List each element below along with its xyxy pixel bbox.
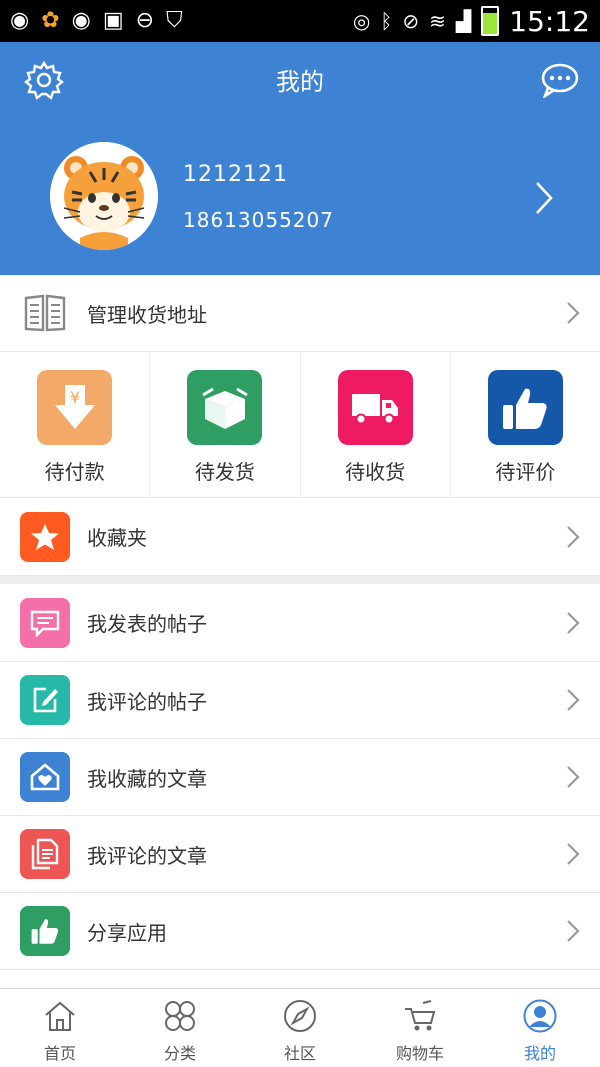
box-icon [187,370,263,445]
signal-icon: ▟ [455,9,472,33]
manage-address-label: 管理收货地址 [87,302,207,327]
pending-review-label: 待评价 [495,460,556,484]
my-saved-articles-label: 我收藏的文章 [87,766,207,791]
nav-home[interactable]: 首页 [0,989,120,1067]
nav-community-label: 社区 [283,1044,316,1063]
nav-cart-label: 购物车 [395,1044,444,1063]
my-commented-posts-row[interactable]: 我评论的帖子 [0,662,600,739]
my-posts-label: 我发表的帖子 [87,612,207,636]
status-bar: ◉ ✿ ◉ ▣ ⊖ ⛉ ◎ ᛒ ⊘ ≋ ▟ 15:12 [0,0,600,42]
compass-icon [284,1000,316,1032]
pending-shipment-label: 待发货 [194,460,255,484]
section-divider [0,576,600,584]
mute-icon: ⊘ [402,9,420,33]
nav-mine-label: 我的 [523,1044,556,1063]
nav-community[interactable]: 社区 [240,989,360,1067]
share-app-label: 分享应用 [87,920,167,945]
chevron-right-icon [567,843,580,865]
weibo-icon: ◉ [71,8,91,33]
message-bubble-icon[interactable] [540,62,580,98]
image-icon: ▣ [102,8,124,33]
bottom-nav: 首页 分类 社区 购物车 我的 [0,988,600,1067]
nav-category[interactable]: 分类 [120,989,240,1067]
order-status-grid: ¥ 待付款 待发货 待收货 待评价 [0,352,600,498]
truck-icon [337,370,413,445]
nav-home-label: 首页 [43,1044,76,1063]
my-commented-articles-label: 我评论的文章 [87,843,207,868]
shield-icon: ⛉ [166,8,183,33]
avatar[interactable] [50,142,158,250]
next-row-peek [0,970,600,988]
pending-review-button[interactable]: 待评价 [451,352,600,497]
nav-category-label: 分类 [163,1044,196,1063]
message-icon [20,597,70,648]
chevron-right-icon [567,689,580,711]
chevron-right-icon [567,611,580,634]
nav-mine[interactable]: 我的 [480,989,600,1067]
chevron-right-icon[interactable] [534,180,554,216]
weibo-icon: ◉ [10,8,30,33]
grid-icon [165,1001,195,1031]
svg-text:¥: ¥ [69,388,79,407]
chevron-right-icon [567,302,580,324]
pending-payment-label: 待付款 [44,460,105,484]
eye-icon: ◎ [352,9,371,33]
clock: 15:12 [509,4,590,38]
pending-shipment-button[interactable]: 待发货 [150,352,301,497]
chevron-right-icon [567,525,580,548]
star-icon [20,511,70,562]
user-icon [523,999,557,1033]
thumbs-up-icon [487,370,563,445]
document-icon [20,829,70,879]
wifi-icon: ≋ [429,9,446,33]
home-icon [45,1001,75,1031]
cart-icon [405,1000,436,1031]
pending-receipt-button[interactable]: 待收货 [301,352,451,497]
battery-icon [481,6,500,36]
uc-icon: ✿ [41,8,60,33]
user-name: 1212121 [183,162,288,187]
manage-address-row[interactable]: 管理收货地址 [0,275,600,352]
pending-receipt-label: 待收货 [345,460,406,484]
house-heart-icon [20,752,70,802]
my-posts-row[interactable]: 我发表的帖子 [0,584,600,662]
nav-cart[interactable]: 购物车 [360,989,480,1067]
chevron-right-icon [567,766,580,788]
edit-icon [20,675,70,725]
dnd-icon: ⊖ [135,8,155,33]
share-app-row[interactable]: 分享应用 [0,893,600,970]
my-commented-posts-label: 我评论的帖子 [87,689,207,714]
thumbs-up-icon [20,906,70,956]
page-title: 我的 [276,68,324,96]
my-saved-articles-row[interactable]: 我收藏的文章 [0,739,600,816]
favorites-label: 收藏夹 [87,526,147,550]
profile-header: 我的 1212121 18613055207 [0,42,600,275]
my-commented-articles-row[interactable]: 我评论的文章 [0,816,600,893]
favorites-row[interactable]: 收藏夹 [0,498,600,576]
book-icon [20,288,70,338]
pending-payment-button[interactable]: ¥ 待付款 [0,352,151,497]
user-phone: 18613055207 [183,208,334,232]
yen-down-icon: ¥ [37,370,112,445]
bluetooth-icon: ᛒ [380,9,393,33]
chevron-right-icon [567,920,580,942]
tiger-avatar-icon [50,142,158,250]
